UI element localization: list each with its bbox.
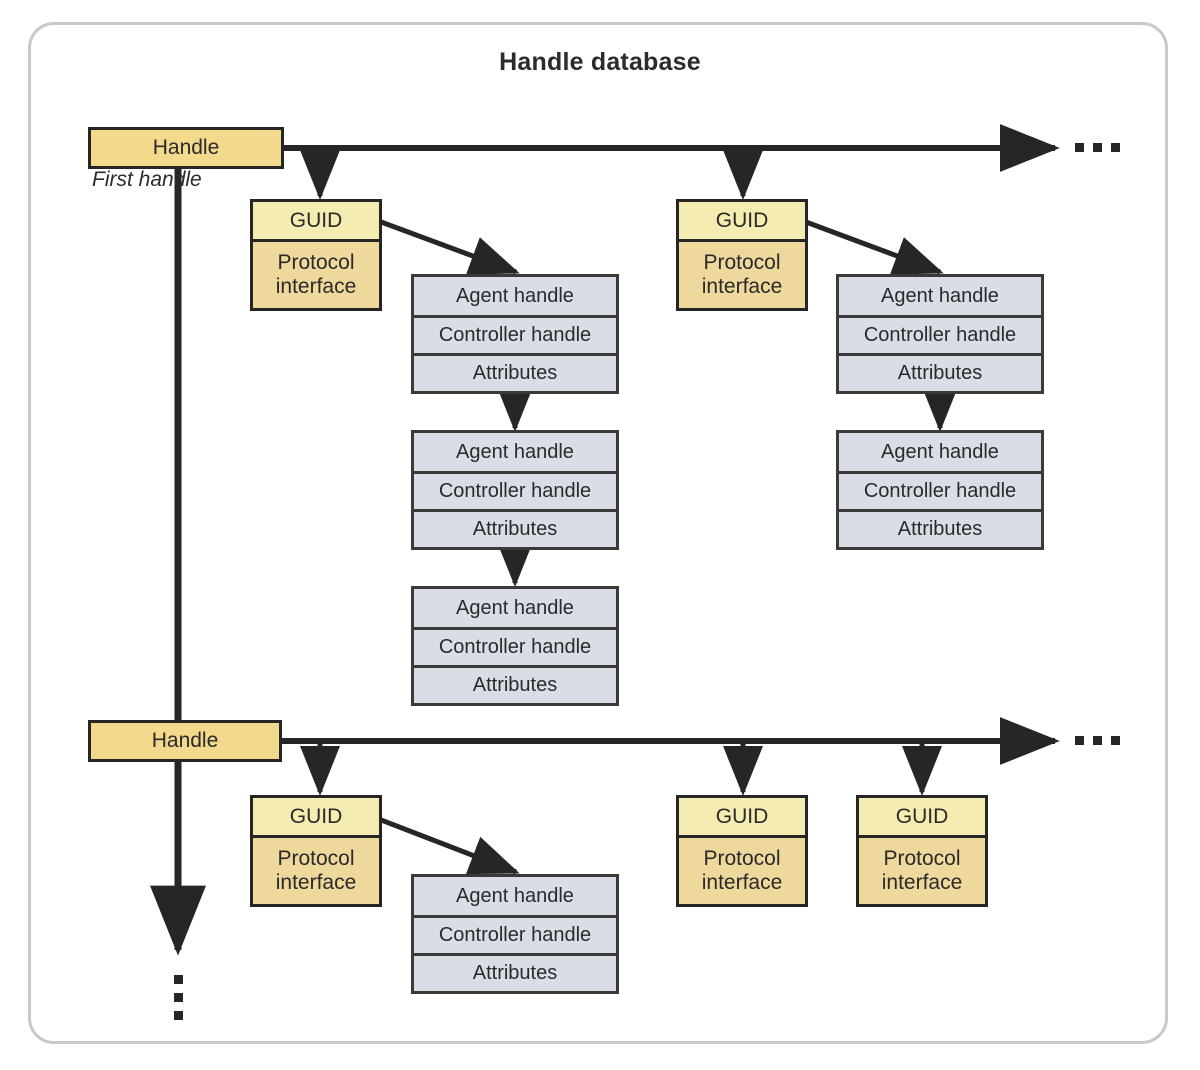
protocol-interface-line2: interface: [701, 275, 783, 298]
guid-label-h2-p3: GUID: [859, 798, 985, 838]
controller-handle-cell: Controller handle: [414, 627, 616, 665]
attributes-cell: Attributes: [414, 665, 616, 703]
protocol-interface-line2: interface: [275, 275, 357, 298]
agent-handle-cell: Agent handle: [414, 277, 616, 315]
controller-handle-cell: Controller handle: [414, 315, 616, 353]
first-handle-label: Handle First handle: [92, 168, 202, 193]
protocol-interface-line1: Protocol: [883, 846, 961, 870]
protocol-interface-h1-p2: Protocol interface: [679, 242, 805, 308]
open-protocol-entry-h1-p2-1[interactable]: Agent handle Controller handle Attribute…: [836, 274, 1044, 394]
open-protocol-entry-h1-p1-3[interactable]: Agent handle Controller handle Attribute…: [411, 586, 619, 706]
protocol-interface-line2: interface: [701, 871, 783, 894]
protocol-interface-line1: Protocol: [703, 250, 781, 274]
protocol-interface-h2-p1: Protocol interface: [253, 838, 379, 904]
open-protocol-entry-h2-p1-1[interactable]: Agent handle Controller handle Attribute…: [411, 874, 619, 994]
guid-label-h2-p1: GUID: [253, 798, 379, 838]
protocol-entry-h1-p1[interactable]: GUID Protocol interface: [250, 199, 382, 311]
ellipsis-dot: [1093, 736, 1102, 745]
controller-handle-cell: Controller handle: [839, 315, 1041, 353]
protocol-entry-h2-p2[interactable]: GUID Protocol interface: [676, 795, 808, 907]
controller-handle-cell: Controller handle: [839, 471, 1041, 509]
controller-handle-cell: Controller handle: [414, 915, 616, 953]
protocol-interface-h2-p3: Protocol interface: [859, 838, 985, 904]
ellipsis-dot: [1075, 736, 1084, 745]
protocol-interface-line1: Protocol: [277, 250, 355, 274]
agent-handle-cell: Agent handle: [839, 433, 1041, 471]
protocol-interface-h1-p1: Protocol interface: [253, 242, 379, 308]
agent-handle-cell: Agent handle: [414, 433, 616, 471]
open-protocol-entry-h1-p1-1[interactable]: Agent handle Controller handle Attribute…: [411, 274, 619, 394]
page-title: Handle database: [499, 48, 701, 76]
ellipsis-dot: [1111, 736, 1120, 745]
protocol-interface-line2: interface: [275, 871, 357, 894]
protocol-interface-h2-p2: Protocol interface: [679, 838, 805, 904]
controller-handle-cell: Controller handle: [414, 471, 616, 509]
agent-handle-cell: Agent handle: [414, 877, 616, 915]
guid-label-h1-p2: GUID: [679, 202, 805, 242]
protocol-entry-h2-p1[interactable]: GUID Protocol interface: [250, 795, 382, 907]
first-handle-text: First handle: [92, 168, 202, 191]
protocol-entry-h1-p2[interactable]: GUID Protocol interface: [676, 199, 808, 311]
attributes-cell: Attributes: [414, 353, 616, 391]
protocol-entry-h2-p3[interactable]: GUID Protocol interface: [856, 795, 988, 907]
handle-box-1[interactable]: Handle: [88, 127, 284, 169]
ellipsis-dot: [1075, 143, 1084, 152]
ellipsis-dot: [174, 1011, 183, 1020]
attributes-cell: Attributes: [414, 509, 616, 547]
agent-handle-cell: Agent handle: [839, 277, 1041, 315]
ellipsis-dot: [1093, 143, 1102, 152]
attributes-cell: Attributes: [839, 353, 1041, 391]
guid-label-h1-p1: GUID: [253, 202, 379, 242]
diagram-canvas: Handle database Handle First handle GUID…: [0, 0, 1200, 1070]
ellipsis-dot: [174, 993, 183, 1002]
protocol-interface-line1: Protocol: [277, 846, 355, 870]
protocol-interface-line2: interface: [881, 871, 963, 894]
attributes-cell: Attributes: [414, 953, 616, 991]
ellipsis-dot: [1111, 143, 1120, 152]
guid-label-h2-p2: GUID: [679, 798, 805, 838]
ellipsis-dot: [174, 975, 183, 984]
open-protocol-entry-h1-p1-2[interactable]: Agent handle Controller handle Attribute…: [411, 430, 619, 550]
open-protocol-entry-h1-p2-2[interactable]: Agent handle Controller handle Attribute…: [836, 430, 1044, 550]
handle-box-2[interactable]: Handle: [88, 720, 282, 762]
protocol-interface-line1: Protocol: [703, 846, 781, 870]
attributes-cell: Attributes: [839, 509, 1041, 547]
agent-handle-cell: Agent handle: [414, 589, 616, 627]
